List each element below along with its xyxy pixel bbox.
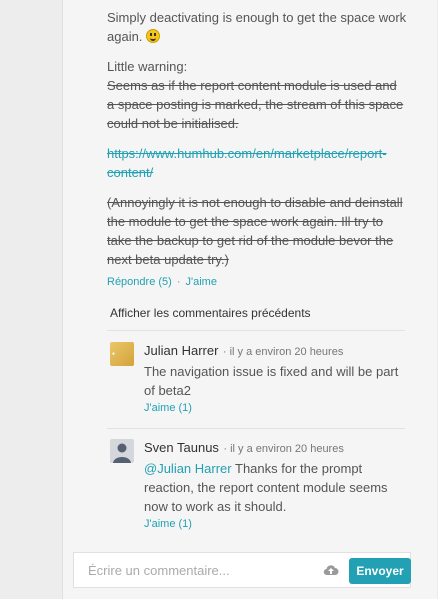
post-text: Simply deactivating is enough to get the… [107,8,407,46]
comment-body: Julian Harrer · il y a environ 20 heures… [144,342,410,414]
comment-time: · il y a environ 20 heures [223,443,344,455]
comment-input[interactable]: Écrire un commentaire... [88,563,230,578]
comment-composer[interactable]: Écrire un commentaire... Envoyer [73,552,411,588]
comment-body: Sven Taunus · il y a environ 20 heures @… [144,439,410,530]
like-link[interactable]: J'aime [186,276,217,288]
warning-text: Seems as if the report content module is… [107,78,404,131]
post-content: Simply deactivating is enough to get the… [107,8,407,292]
comment-time: · il y a environ 20 heures [222,346,344,358]
comment-text: The navigation issue is fixed and will b… [144,364,399,398]
divider [107,330,405,331]
comment-author[interactable]: Julian Harrer [144,343,218,358]
user-silhouette-icon[interactable] [110,439,134,463]
note-text: (Annoyingly it is not enough to disable … [107,195,403,267]
post-actions: Répondre (5) · J'aime [107,273,407,292]
send-button[interactable]: Envoyer [349,558,411,584]
comment-text: @Julian Harrer Thanks for the prompt rea… [144,459,410,516]
avatar[interactable]: ● [110,342,134,366]
action-separator: · [176,276,181,288]
smiley-icon [146,29,161,43]
cloud-upload-icon[interactable] [323,563,339,577]
comment-like-link[interactable]: J'aime (1) [144,402,410,414]
divider [107,428,405,429]
report-content-link[interactable]: https://www.humhub.com/en/marketplace/re… [107,146,387,180]
user-mention-link[interactable]: @Julian Harrer [144,461,232,476]
reply-link[interactable]: Répondre (5) [107,276,172,288]
warning-label: Little warning: [107,59,188,74]
show-previous-comments-link[interactable]: Afficher les commentaires précédents [110,306,311,320]
comment-author[interactable]: Sven Taunus [144,440,219,455]
comment-like-link[interactable]: J'aime (1) [144,518,410,530]
